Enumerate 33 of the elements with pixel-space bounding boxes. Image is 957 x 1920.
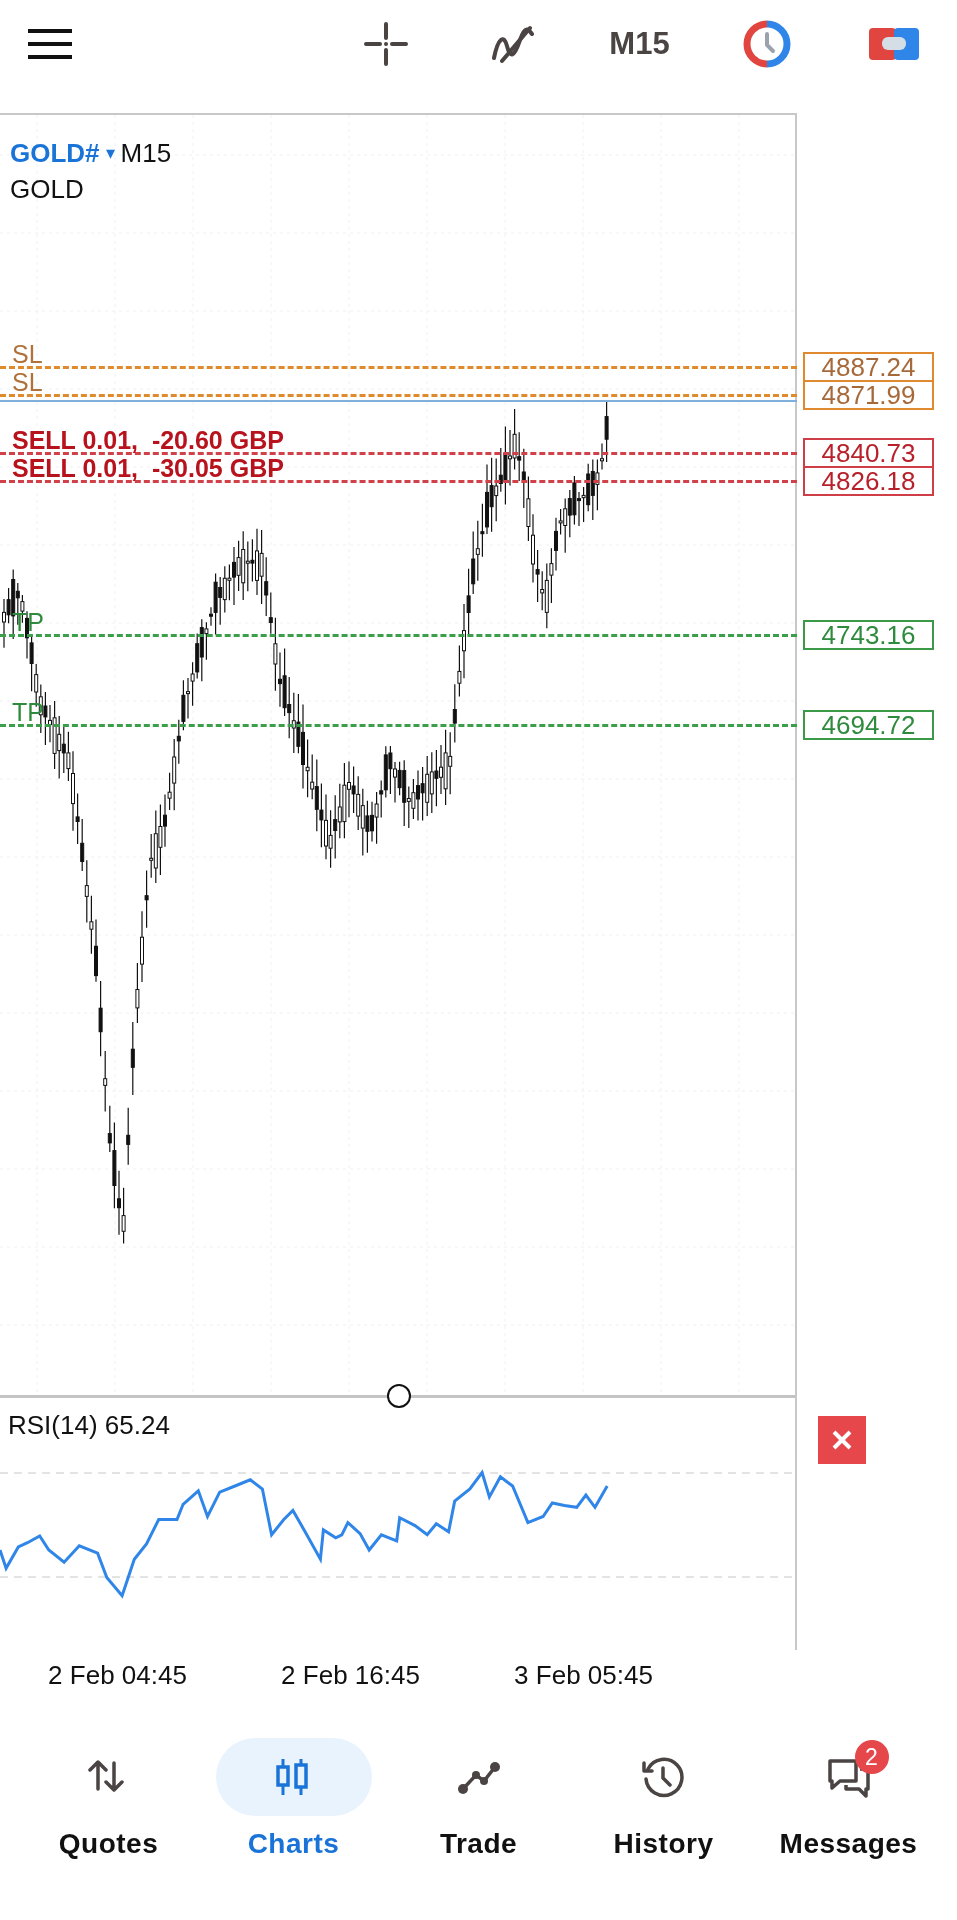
crosshair-icon[interactable] [363,21,408,66]
nav-tab[interactable]: Quotes [16,1738,201,1860]
indicator-label: RSI(14) 65.24 [8,1410,170,1441]
nav-tab[interactable]: Trade [386,1738,571,1860]
notification-badge: 2 [854,1740,889,1774]
close-icon [831,1429,853,1451]
nav-tab[interactable]: 2 Messages [756,1738,941,1860]
menu-icon[interactable] [28,26,72,61]
price-tag: 4694.72 [803,710,934,740]
price-tag: 4840.73 [803,438,934,468]
close-button[interactable] [818,1416,866,1464]
resize-handle[interactable] [387,1384,411,1408]
indicator-icon[interactable] [489,23,536,64]
time-label: 2 Feb 04:45 [47,1659,188,1691]
price-tag: 4826.18 [803,466,934,496]
history-icon [640,1755,687,1799]
caret-icon[interactable]: ▾ [105,135,115,171]
symbol-name[interactable]: GOLD# [10,135,100,171]
order-label: SELL 0.01, -20.60 GBP [12,428,284,452]
nav-tab[interactable]: History [571,1738,756,1860]
symbol-description: GOLD [10,173,85,206]
time-label: 3 Feb 05:45 [513,1659,654,1691]
price-tag: 4887.24 [803,352,934,382]
order-label: SL [12,370,43,394]
timeframe-button[interactable]: M15 [609,25,670,62]
price-tag: 4743.16 [803,620,934,650]
order-label: SL [12,342,43,366]
timeframe-label: M15 [120,137,172,170]
clock-icon[interactable] [742,19,791,68]
price-tag: 4871.99 [803,380,934,410]
time-label: 2 Feb 16:45 [280,1659,421,1691]
order-label: SELL 0.01, -30.05 GBP [12,456,284,480]
toggle-icon[interactable] [868,25,919,62]
